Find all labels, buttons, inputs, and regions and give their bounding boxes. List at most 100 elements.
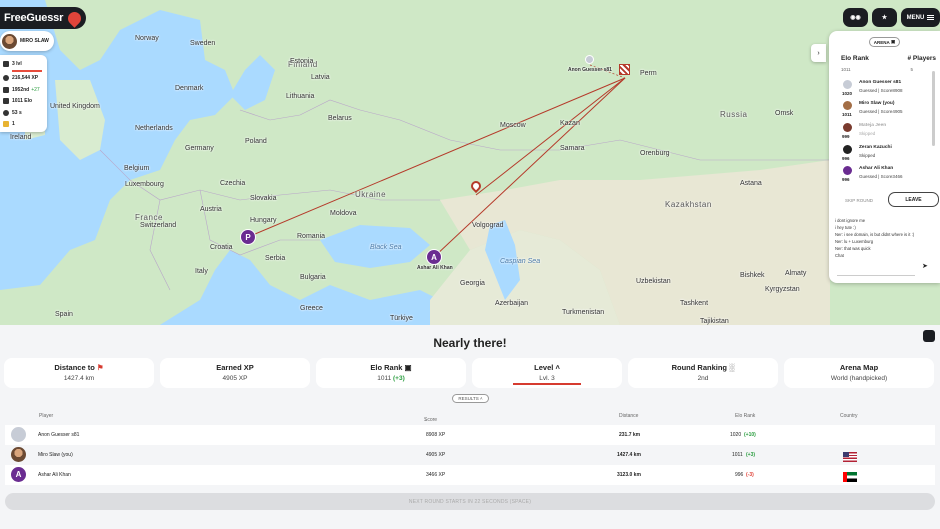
binoculars-button[interactable]: ◉◉ xyxy=(843,8,868,27)
stat-time: 53 s xyxy=(3,107,44,119)
row-elo-change: (-3) xyxy=(746,472,754,478)
chat-message: i dont ignore me xyxy=(835,218,866,223)
card-level: Level ˄ Lvl. 3 xyxy=(472,358,622,388)
header-country: Country xyxy=(840,413,858,419)
chat-input[interactable] xyxy=(837,258,915,276)
row-elo: 1011 xyxy=(732,452,743,458)
card-elo-rank: Elo Rank ▣ 1011 (+3) xyxy=(316,358,466,388)
skip-round-button[interactable]: SKIP ROUND xyxy=(839,195,879,206)
player-elo: 996 xyxy=(842,177,850,182)
guess-label: Anon Guesser s81 xyxy=(568,67,612,73)
map-label: Romania xyxy=(297,233,326,240)
map-label: Tajikistan xyxy=(700,318,729,325)
menu-label: MENU xyxy=(906,14,925,21)
player-count: 5 xyxy=(910,67,913,72)
player-elo: 999 xyxy=(842,134,850,139)
avatar xyxy=(843,101,852,110)
leave-button[interactable]: LEAVE xyxy=(888,192,939,207)
player-name: Anon Guesser s81 xyxy=(859,80,902,85)
arena-player-item[interactable]: 996 Zeran Kazuchi Skipped xyxy=(842,145,928,165)
avatar xyxy=(843,145,852,154)
hamburger-icon xyxy=(927,15,935,20)
arena-badge-label: ARENA xyxy=(873,39,890,45)
chat-message: Ner: lu + Luxemburg xyxy=(835,239,874,244)
map-label: Almaty xyxy=(785,270,807,277)
player-p-marker[interactable]: P xyxy=(240,229,256,245)
brand-logo[interactable]: FreeGuessr xyxy=(0,7,86,29)
us-flag-icon xyxy=(843,452,857,462)
rank-icon xyxy=(3,86,9,93)
row-score: 8908 XP xyxy=(426,432,446,438)
player-status: Guessed | Score8908 xyxy=(859,88,903,93)
table-row[interactable]: A Ashar Ali Khan 3466 XP 3123.0 km 996 (… xyxy=(5,465,935,485)
card-value: Lvl. 3 xyxy=(539,375,555,382)
xp-progress-bar xyxy=(12,69,42,72)
row-player: Anon Guesser s81 xyxy=(38,432,80,438)
row-elo: 1020 xyxy=(730,432,742,438)
map-label: Caspian Sea xyxy=(500,258,541,265)
row-elo: 996 xyxy=(735,472,744,478)
map-label: Switzerland xyxy=(140,222,177,229)
map-label: Norway xyxy=(135,35,159,42)
map-label: Uzbekistan xyxy=(636,278,671,285)
world-map[interactable]: Finland Sweden Norway Estonia Latvia Lit… xyxy=(0,0,940,325)
rank-change: +27 xyxy=(31,86,40,93)
elo-rank-label: Elo Rank xyxy=(841,55,869,62)
map-label: Lithuania xyxy=(286,93,315,100)
arena-player-item[interactable]: 996 Ashar Ali Khan Guessed | Score3466 xyxy=(842,166,928,186)
map-label: Slovakia xyxy=(250,195,277,202)
map-label: Estonia xyxy=(290,58,314,65)
card-title: Elo Rank xyxy=(370,363,403,372)
map-label: Moldova xyxy=(330,210,357,217)
player-status: Skipped xyxy=(859,153,876,158)
xp-value: 216,544 XP xyxy=(12,75,39,82)
sort-down-icon: ↓ xyxy=(424,417,427,423)
send-icon[interactable]: ➤ xyxy=(922,262,930,270)
card-earned-xp: Earned XP 4905 XP xyxy=(160,358,310,388)
avatar xyxy=(843,80,852,89)
anon-avatar-marker[interactable] xyxy=(585,55,594,64)
table-row[interactable]: Anon Guesser s81 8908 XP 231.7 km 1020 (… xyxy=(5,425,935,445)
ae-flag-icon xyxy=(843,472,857,482)
arena-player-item[interactable]: 1011 Miro Slaw (you) Guessed | Score4905 xyxy=(842,101,928,121)
arena-player-item[interactable]: 999 Mateja Jeen Skipped xyxy=(842,123,928,143)
map-label: Russia xyxy=(720,110,748,119)
player-a-marker[interactable]: A xyxy=(426,249,442,265)
arena-player-item[interactable]: 1020 Anon Guesser s81 Guessed | Score890… xyxy=(842,80,928,100)
answer-flag-icon[interactable] xyxy=(619,64,630,75)
map-label: Greece xyxy=(300,305,323,312)
card-title: Arena Map xyxy=(839,363,879,372)
map-label: Austria xyxy=(200,206,222,213)
xp-icon xyxy=(3,75,9,82)
avatar xyxy=(11,447,26,462)
map-label: Poland xyxy=(245,138,267,145)
arena-icon: ▣ xyxy=(891,39,896,44)
elo-icon xyxy=(3,98,9,105)
trophy-button[interactable]: ★ xyxy=(872,8,897,27)
header-player: Player xyxy=(39,413,54,419)
card-value: World (handpicked) xyxy=(830,375,888,382)
map-label: Kazakhstan xyxy=(665,200,712,209)
arena-scrollbar[interactable] xyxy=(932,71,935,146)
stat-rank: 1952nd +27 xyxy=(3,84,44,96)
map-label: Belgium xyxy=(124,165,150,172)
user-profile-chip[interactable]: MIRO SLAW xyxy=(0,31,54,51)
map-label: Serbia xyxy=(265,255,286,262)
logo-pin-icon xyxy=(65,8,84,28)
map-label: Astana xyxy=(740,180,762,187)
row-player: Ashar Ali Khan xyxy=(38,472,71,478)
player-elo: 1020 xyxy=(842,91,853,96)
map-label: France xyxy=(135,213,163,222)
table-row[interactable]: Miro Slaw (you) 4905 XP 1427.4 km 1011 (… xyxy=(5,445,935,465)
results-toggle[interactable]: RESULTS ˄ xyxy=(452,394,489,403)
next-round-bar[interactable]: NEXT ROUND STARTS IN 22 SECONDS (SPACE) xyxy=(5,493,935,510)
row-score: 3466 XP xyxy=(426,472,446,478)
map-label: Spain xyxy=(55,311,73,318)
menu-button[interactable]: MENU xyxy=(901,8,940,27)
avatar xyxy=(843,166,852,175)
hint-icon xyxy=(3,121,9,128)
row-score: 4905 XP xyxy=(426,452,446,458)
map-label: Sweden xyxy=(190,40,216,47)
arena-header: Elo Rank # Players xyxy=(841,55,936,62)
collapse-panel-button[interactable]: › xyxy=(811,44,826,62)
